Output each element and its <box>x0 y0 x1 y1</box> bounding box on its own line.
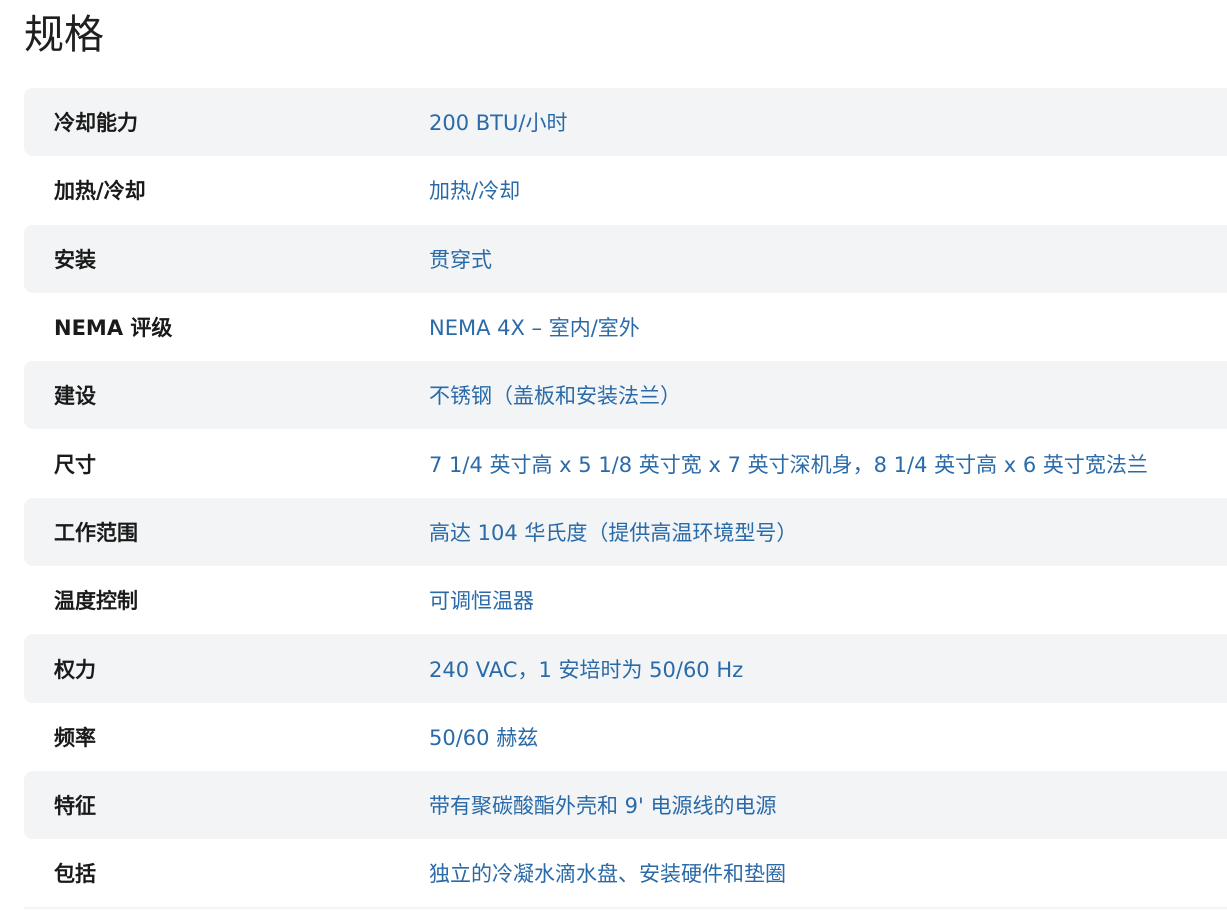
spec-label: 安装 <box>54 247 96 272</box>
spec-row: NEMA 评级 NEMA 4X – 室内/室外 <box>24 293 1227 361</box>
spec-value: 高达 104 华氏度（提供高温环境型号） <box>429 520 798 545</box>
spec-value: 50/60 赫兹 <box>429 725 539 750</box>
spec-row: 尺寸 7 1/4 英寸高 x 5 1/8 英寸宽 x 7 英寸深机身，8 1/4… <box>24 429 1227 497</box>
spec-value: NEMA 4X – 室内/室外 <box>429 316 640 341</box>
spec-row: 工作范围 高达 104 华氏度（提供高温环境型号） <box>24 497 1227 567</box>
spec-value: 可调恒温器 <box>429 589 534 614</box>
spec-value: 7 1/4 英寸高 x 5 1/8 英寸宽 x 7 英寸深机身，8 1/4 英寸… <box>429 452 1148 477</box>
spec-row: 安装 贯穿式 <box>24 224 1227 293</box>
spec-value: 不锈钢（盖板和安装法兰） <box>429 384 681 409</box>
spec-label: 温度控制 <box>54 589 138 614</box>
spec-row: 加热/冷却 加热/冷却 <box>24 156 1227 224</box>
spec-label: 建设 <box>54 384 96 409</box>
spec-row: 权力 240 VAC，1 安培时为 50/60 Hz <box>24 634 1227 703</box>
spec-label: 权力 <box>54 657 96 682</box>
spec-label: 频率 <box>54 725 96 750</box>
spec-page: 规格 冷却能力 200 BTU/小时 加热/冷却 加热/冷却 安装 贯穿式 NE… <box>0 0 1227 910</box>
spec-label: 冷却能力 <box>54 111 138 136</box>
spec-label: 特征 <box>54 794 96 819</box>
spec-value: 带有聚碳酸酯外壳和 9' 电源线的电源 <box>429 794 777 819</box>
spec-label: NEMA 评级 <box>54 316 173 341</box>
spec-row: 特征 带有聚碳酸酯外壳和 9' 电源线的电源 <box>24 770 1227 840</box>
spec-value: 独立的冷凝水滴水盘、安装硬件和垫圈 <box>429 862 786 887</box>
spec-value: 200 BTU/小时 <box>429 111 568 136</box>
spec-row: 冷却能力 200 BTU/小时 <box>24 88 1227 157</box>
spec-value: 加热/冷却 <box>429 179 521 204</box>
spec-label: 工作范围 <box>54 520 138 545</box>
spec-row: 建设 不锈钢（盖板和安装法兰） <box>24 361 1227 430</box>
spec-row: 频率 50/60 赫兹 <box>24 703 1227 771</box>
section-title: 规格 <box>24 12 104 58</box>
spec-row: 温度控制 可调恒温器 <box>24 566 1227 634</box>
spec-label: 尺寸 <box>54 452 96 477</box>
spec-row: 包括 独立的冷凝水滴水盘、安装硬件和垫圈 <box>24 839 1227 907</box>
spec-label: 包括 <box>54 862 96 887</box>
spec-table: 冷却能力 200 BTU/小时 加热/冷却 加热/冷却 安装 贯穿式 NEMA … <box>24 88 1227 908</box>
table-bottom-divider <box>24 907 1227 909</box>
spec-value: 240 VAC，1 安培时为 50/60 Hz <box>429 657 744 682</box>
spec-label: 加热/冷却 <box>54 179 146 204</box>
spec-value: 贯穿式 <box>429 247 492 272</box>
